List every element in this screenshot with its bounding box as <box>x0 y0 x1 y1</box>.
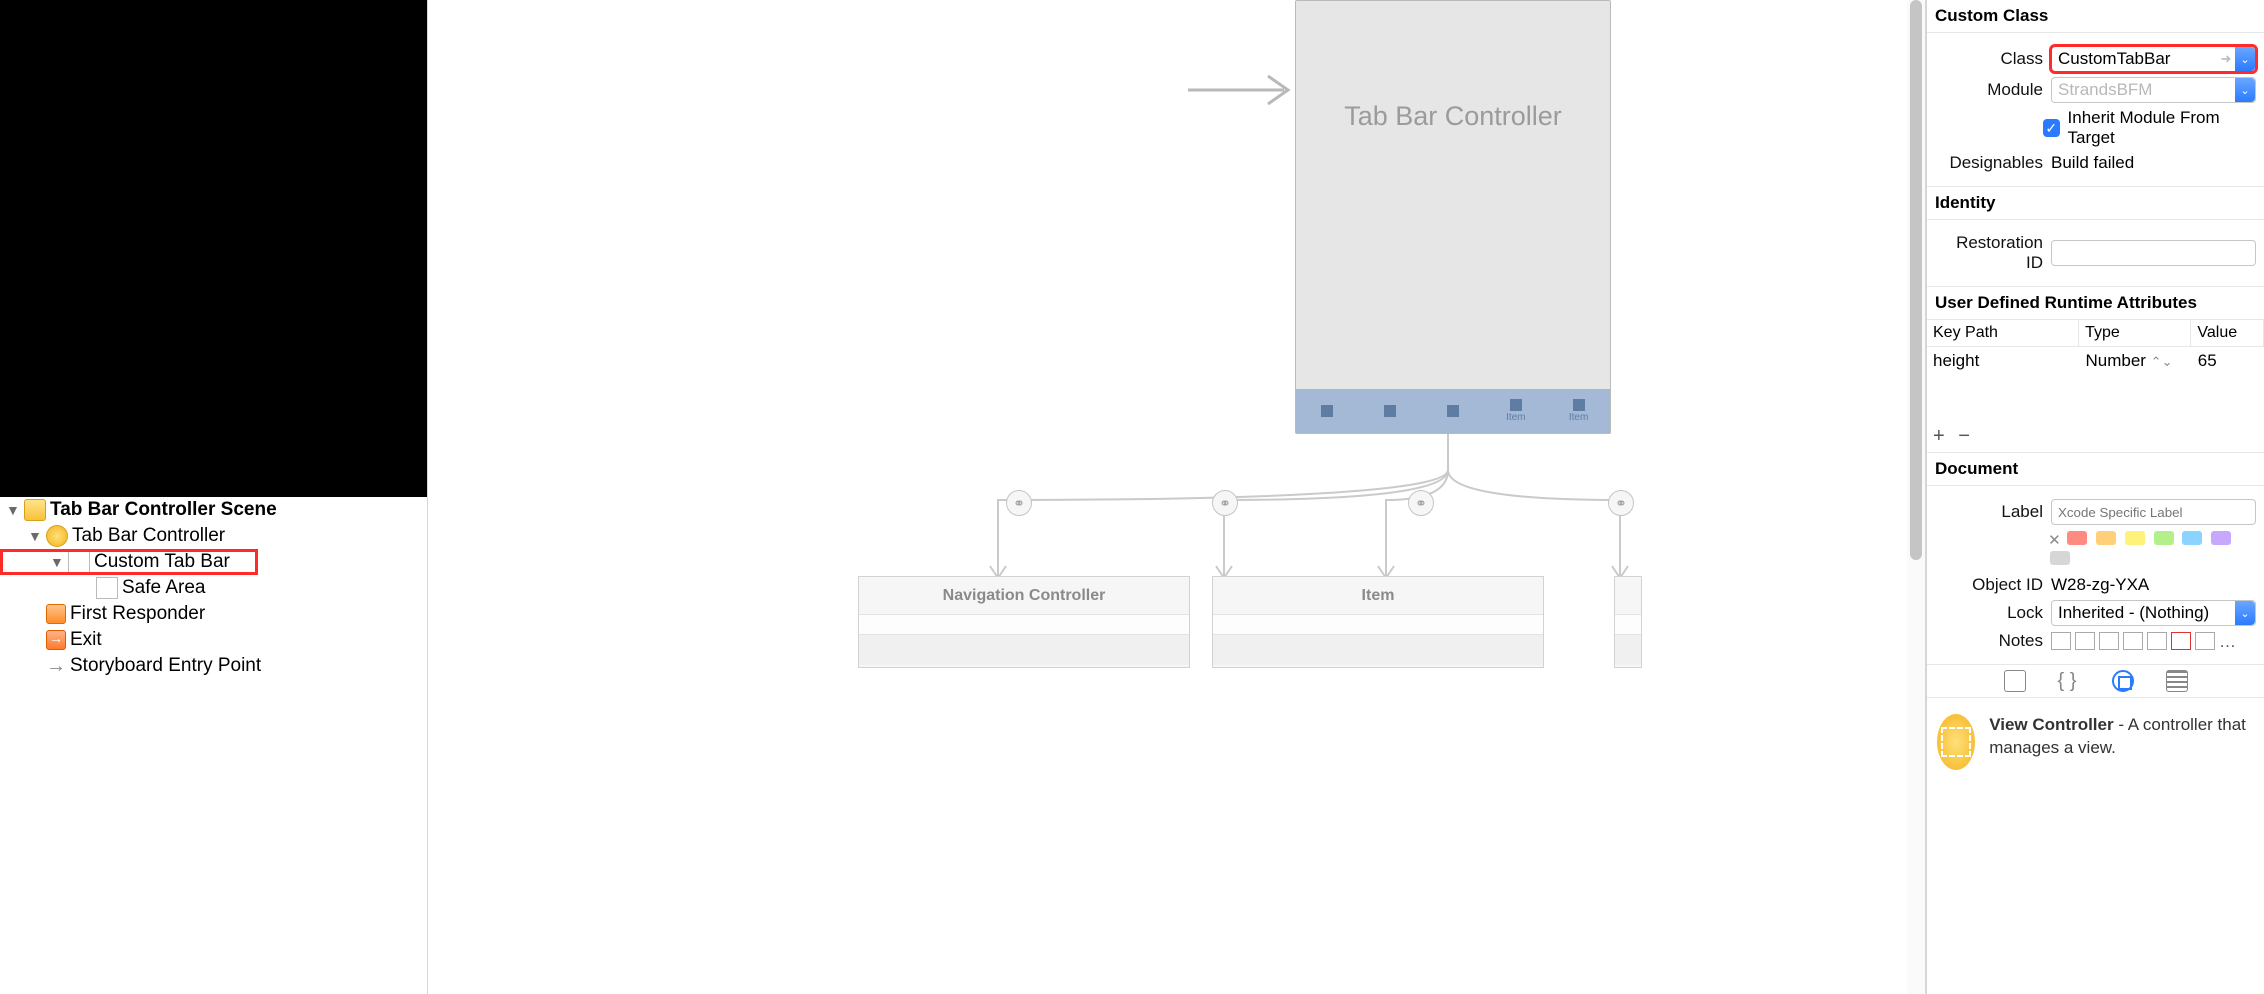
media-library-tab-icon[interactable] <box>2166 670 2188 692</box>
udra-table-row[interactable]: height Number ⌃⌄ 65 <box>1927 347 2264 375</box>
library-tabs[interactable]: { } <box>1927 664 2264 698</box>
class-value[interactable]: CustomTabBar <box>2052 49 2217 69</box>
module-label: Module <box>1935 80 2043 100</box>
tree-row-entry-point[interactable]: → Storyboard Entry Point <box>0 653 427 679</box>
scene-label: Tab Bar Controller Scene <box>50 499 277 521</box>
scene-icon <box>24 499 46 521</box>
storyboard-canvas[interactable]: Tab Bar Controller Item Item ⚭ ⚭ ⚭ ⚭ N <box>428 0 1926 994</box>
chevron-down-icon[interactable]: ⌄ <box>2235 78 2255 102</box>
restoration-id-input[interactable] <box>2051 240 2256 266</box>
chevron-down-icon[interactable]: ▼ <box>28 528 42 544</box>
segue-node-icon[interactable]: ⚭ <box>1212 490 1238 516</box>
section-header-custom-class: Custom Class <box>1927 0 2264 33</box>
scroll-thumb[interactable] <box>1910 0 1922 560</box>
child-scene-navigation[interactable]: Navigation Controller <box>858 576 1190 668</box>
notes-toolbar[interactable]: … <box>2051 632 2239 650</box>
safearea-icon <box>96 577 118 599</box>
vertical-scrollbar[interactable] <box>1907 0 1925 994</box>
notes-label: Notes <box>1935 631 2043 651</box>
child-scene-item[interactable]: Item <box>1212 576 1544 668</box>
label-input[interactable] <box>2051 499 2256 525</box>
entry-point-icon: → <box>46 655 66 678</box>
udra-type[interactable]: Number ⌃⌄ <box>2079 347 2191 375</box>
child-scene-title: Navigation Controller <box>859 577 1189 615</box>
list-icon <box>2147 632 2167 650</box>
exit-icon <box>46 630 66 650</box>
custom-tabbar-label: Custom Tab Bar <box>94 551 230 573</box>
align-center-icon <box>2075 632 2095 650</box>
navigate-icon[interactable]: ➜ <box>2217 51 2235 67</box>
udra-col-type: Type <box>2079 320 2191 346</box>
designables-label: Designables <box>1935 153 2043 173</box>
module-placeholder: StrandsBFM <box>2052 80 2235 100</box>
udra-key[interactable]: height <box>1927 347 2079 375</box>
inherit-module-label: Inherit Module From Target <box>2068 108 2256 148</box>
label-color-row[interactable]: ✕ <box>2048 530 2256 570</box>
first-responder-icon <box>46 604 66 624</box>
objectid-label: Object ID <box>1935 575 2043 595</box>
child-scene-title: Item <box>1213 577 1543 615</box>
controller-label: Tab Bar Controller <box>72 525 225 547</box>
class-label: Class <box>1935 49 2043 69</box>
module-combo[interactable]: StrandsBFM ⌄ <box>2051 77 2256 103</box>
exit-label: Exit <box>70 629 102 651</box>
navigator-panel: ▼ Tab Bar Controller Scene ▼ Tab Bar Con… <box>0 0 428 994</box>
viewcontroller-icon <box>46 525 68 547</box>
viewcontroller-icon <box>1937 714 1975 770</box>
library-item-text: View Controller - A controller that mana… <box>1989 714 2254 760</box>
chevron-down-icon[interactable]: ▼ <box>50 554 64 570</box>
inherit-module-checkbox[interactable]: ✓ <box>2043 119 2060 137</box>
udra-add-remove[interactable]: + − <box>1927 421 2264 453</box>
tree-row-scene[interactable]: ▼ Tab Bar Controller Scene <box>0 497 427 523</box>
label-label: Label <box>1935 502 2043 522</box>
restoration-id-label: Restoration ID <box>1935 233 2043 273</box>
udra-col-key: Key Path <box>1927 320 2079 346</box>
segue-node-icon[interactable]: ⚭ <box>1006 490 1032 516</box>
segue-node-icon[interactable]: ⚭ <box>1608 490 1634 516</box>
segue-node-icon[interactable]: ⚭ <box>1408 490 1434 516</box>
tabbar-icon <box>68 551 90 573</box>
file-template-tab-icon[interactable] <box>2004 670 2026 692</box>
app-root: ▼ Tab Bar Controller Scene ▼ Tab Bar Con… <box>0 0 2264 994</box>
udra-value[interactable]: 65 <box>2192 347 2264 375</box>
align-left-icon <box>2051 632 2071 650</box>
font-style-icon <box>2195 632 2215 650</box>
child-scene-partial[interactable] <box>1614 576 1642 668</box>
section-header-identity: Identity <box>1927 187 2264 220</box>
align-justify-icon <box>2123 632 2143 650</box>
first-responder-label: First Responder <box>70 603 205 625</box>
safearea-label: Safe Area <box>122 577 205 599</box>
section-header-udra: User Defined Runtime Attributes <box>1927 287 2264 320</box>
tree-row-exit[interactable]: Exit <box>0 627 427 653</box>
section-header-document: Document <box>1927 453 2264 486</box>
class-combo[interactable]: CustomTabBar ➜ ⌄ <box>2051 46 2256 72</box>
lock-combo[interactable]: Inherited - (Nothing) ⌄ <box>2051 600 2256 626</box>
entry-point-label: Storyboard Entry Point <box>70 655 261 677</box>
chevron-updown-icon[interactable]: ⌄ <box>2235 601 2255 625</box>
chevron-down-icon[interactable]: ▼ <box>6 502 20 518</box>
align-right-icon <box>2099 632 2119 650</box>
chevron-down-icon[interactable]: ⌄ <box>2235 47 2255 71</box>
object-library-tab-icon[interactable] <box>2112 670 2134 692</box>
tree-row-safe-area[interactable]: Safe Area <box>0 575 427 601</box>
code-snippet-tab-icon[interactable]: { } <box>2058 670 2080 692</box>
designables-value: Build failed <box>2051 153 2134 173</box>
library-item-view-controller[interactable]: View Controller - A controller that mana… <box>1927 698 2264 786</box>
lock-label: Lock <box>1935 603 2043 623</box>
udra-table-header: Key Path Type Value <box>1927 320 2264 347</box>
font-color-icon <box>2171 632 2191 650</box>
tree-row-controller[interactable]: ▼ Tab Bar Controller <box>0 523 427 549</box>
tree-row-custom-tabbar[interactable]: ▼ Custom Tab Bar <box>0 549 258 575</box>
lock-value: Inherited - (Nothing) <box>2052 603 2235 623</box>
udra-col-value: Value <box>2191 320 2264 346</box>
storyboard-preview <box>0 0 427 497</box>
scene-outline-tree[interactable]: ▼ Tab Bar Controller Scene ▼ Tab Bar Con… <box>0 497 427 994</box>
objectid-value: W28-zg-YXA <box>2051 575 2149 595</box>
identity-inspector: Custom Class Class CustomTabBar ➜ ⌄ Modu… <box>1926 0 2264 994</box>
tree-row-first-responder[interactable]: First Responder <box>0 601 427 627</box>
